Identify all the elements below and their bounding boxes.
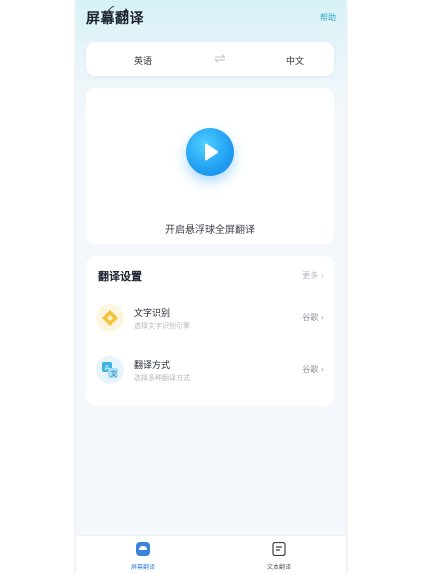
help-link[interactable]: 帮助	[320, 12, 336, 23]
tab-label: 屏幕翻译	[130, 564, 155, 571]
language-selector: 英语 中文	[86, 42, 334, 76]
translation-settings-card: 翻译设置 更多 › 文字识别 选择文字识别引擎 谷歌 › A 文 翻译方式 选择…	[86, 256, 334, 406]
target-language-button[interactable]: 中文	[286, 54, 304, 67]
play-icon	[205, 143, 218, 161]
text-recognition-icon-bg	[96, 304, 124, 332]
start-floating-ball-button[interactable]	[186, 128, 234, 176]
tab-screen-translate[interactable]: 屏幕翻译	[108, 541, 178, 571]
setting-row-translation-mode[interactable]: A 文 翻译方式 选择多种翻译方式 谷歌 ›	[86, 352, 334, 392]
setting-row-text-recognition[interactable]: 文字识别 选择文字识别引擎 谷歌 ›	[86, 300, 334, 340]
phone-screen: 屏幕翻译 帮助 英语 中文 开启悬浮球全屏翻译 翻译设置 更多 › 文字识别 选…	[76, 0, 346, 574]
settings-title: 翻译设置	[98, 270, 142, 283]
translation-mode-icon-bg: A 文	[96, 356, 124, 384]
more-settings-link[interactable]: 更多 ›	[302, 270, 324, 281]
setting-description: 选择多种翻译方式	[134, 374, 190, 382]
tab-label: 文本翻译	[266, 564, 291, 571]
app-header: 屏幕翻译 帮助	[76, 0, 346, 36]
swap-arrows-icon[interactable]	[214, 54, 226, 63]
source-language-button[interactable]: 英语	[134, 54, 152, 67]
setting-value: 谷歌 ›	[302, 365, 324, 374]
floating-ball-card: 开启悬浮球全屏翻译	[86, 88, 334, 244]
setting-description: 选择文字识别引擎	[134, 322, 190, 330]
diamond-icon	[102, 310, 118, 326]
setting-title: 翻译方式	[134, 361, 171, 371]
sparkle-decoration-icon	[104, 5, 129, 25]
text-translate-icon	[272, 541, 286, 557]
bottom-tab-bar: 屏幕翻译 文本翻译	[76, 535, 346, 574]
floating-ball-caption: 开启悬浮球全屏翻译	[165, 225, 255, 236]
tab-text-translate[interactable]: 文本翻译	[244, 541, 314, 571]
svg-text:文: 文	[110, 369, 117, 378]
setting-title: 文字识别	[134, 309, 171, 319]
translate-icon: A 文	[102, 362, 118, 378]
screen-translate-icon	[136, 542, 150, 556]
setting-value: 谷歌 ›	[302, 313, 324, 322]
